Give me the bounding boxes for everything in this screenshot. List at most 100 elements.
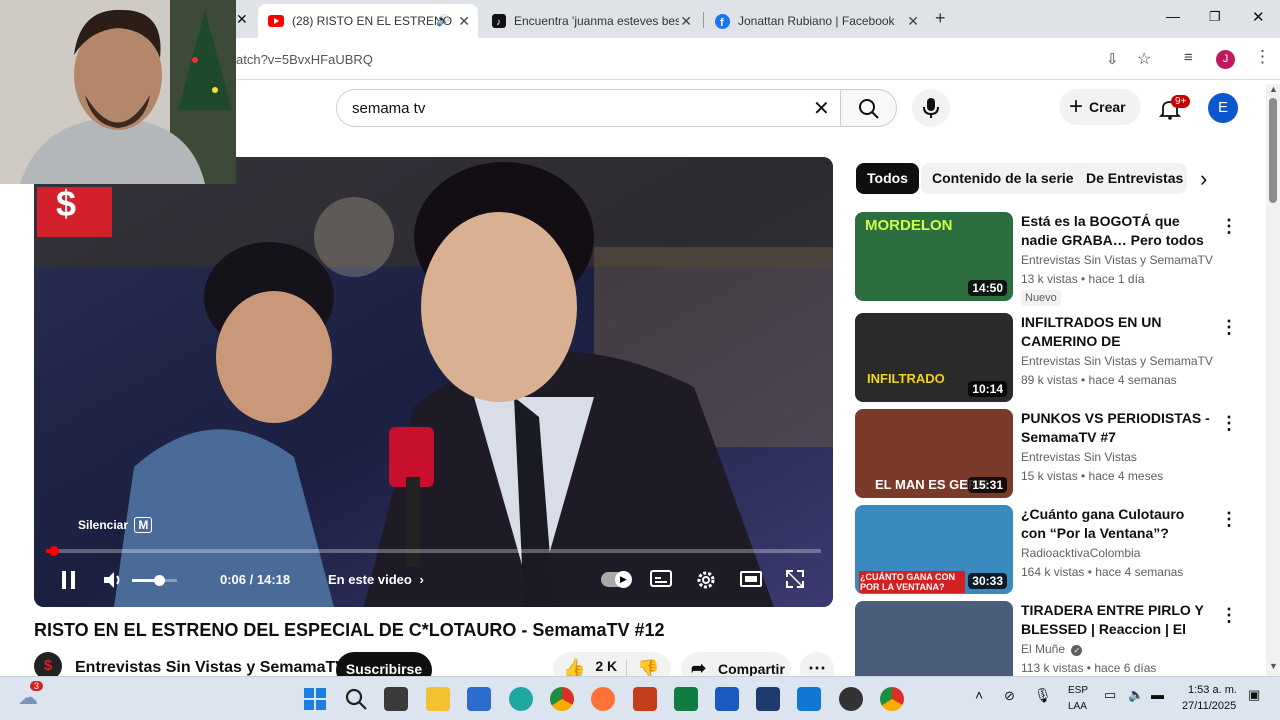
more-options-icon[interactable]: ⋮ (1220, 509, 1238, 530)
voice-search-button[interactable] (912, 89, 950, 127)
list-item[interactable]: TIRADERA ENTRE PIRLO Y BLESSED | Reaccio… (855, 601, 1245, 676)
tray-chevron-up-icon[interactable]: ˄ (975, 687, 983, 703)
clear-search-icon[interactable]: ✕ (813, 96, 830, 121)
bookmark-star-icon[interactable]: ☆ (1137, 49, 1151, 69)
settings-button[interactable] (695, 569, 717, 596)
url-field[interactable]: atch?v=5BvxHFaUBRQ (236, 52, 373, 67)
profile-avatar[interactable]: J (1216, 50, 1235, 69)
store-icon[interactable] (467, 687, 491, 711)
theater-mode-button[interactable] (740, 570, 762, 593)
scroll-down-icon[interactable]: ▼ (1269, 661, 1278, 671)
start-windows-icon[interactable] (303, 687, 327, 711)
file-explorer-icon[interactable] (426, 687, 450, 711)
tab-facebook[interactable]: f Jonattan Rubiano | Facebook ✕ (705, 4, 927, 38)
search-box[interactable]: semama tv ✕ (336, 89, 840, 127)
chip-todos[interactable]: Todos (856, 163, 919, 194)
obs-icon[interactable] (839, 687, 863, 711)
audio-icon[interactable]: 🔊 (436, 14, 450, 27)
browser-menu-icon[interactable]: ⋮ (1254, 47, 1271, 67)
minimize-button[interactable]: — (1166, 8, 1180, 24)
channel-name-main[interactable]: Entrevistas Sin Vistas y SemamaTV (75, 659, 346, 677)
close-icon[interactable]: ✕ (236, 11, 248, 28)
channel-name[interactable]: Entrevistas Sin Vistas (1021, 450, 1137, 464)
microphone-tray-icon[interactable]: 🎙 (1034, 687, 1052, 704)
pause-button[interactable] (56, 565, 82, 595)
close-window-button[interactable]: ✕ (1252, 8, 1265, 26)
word-icon[interactable] (715, 687, 739, 711)
new-tab-button[interactable]: + (935, 8, 946, 29)
chevron-right-icon[interactable]: › (1200, 166, 1207, 192)
install-app-icon[interactable]: ⇩ (1106, 50, 1119, 68)
list-item[interactable]: EL MAN ES GERM 15:31 PUNKOS VS PERIODIST… (855, 409, 1245, 499)
subtitles-button[interactable] (650, 569, 672, 594)
list-item[interactable]: ¿CUÁNTO GANA CON POR LA VENTANA? 30:33 ¿… (855, 505, 1245, 595)
mute-button[interactable] (102, 569, 124, 591)
search-button[interactable] (840, 89, 897, 127)
taskbar-search-icon[interactable] (344, 687, 368, 711)
tab-title: Encuentra 'juanma esteves bes (514, 14, 679, 28)
duration-badge: 15:31 (968, 477, 1007, 493)
region-indicator[interactable]: LAA (1068, 701, 1087, 712)
language-indicator[interactable]: ESP (1068, 685, 1088, 696)
account-avatar[interactable]: E (1208, 93, 1238, 123)
fullscreen-button[interactable] (785, 569, 805, 594)
close-tab-icon[interactable]: ✕ (680, 13, 692, 30)
chip-channel[interactable]: De Entrevistas S (1075, 163, 1187, 194)
page-scrollbar[interactable]: ▲ ▼ (1266, 84, 1280, 676)
network-off-icon[interactable]: ⊘ (1004, 688, 1015, 704)
chrome-icon[interactable] (550, 687, 574, 711)
more-options-icon[interactable]: ⋮ (1220, 605, 1238, 626)
excel-icon[interactable] (674, 687, 698, 711)
edge-icon[interactable] (509, 687, 533, 711)
video-thumbnail[interactable]: ¿CUÁNTO GANA CON POR LA VENTANA? 30:33 (855, 505, 1013, 594)
task-view-icon[interactable] (384, 687, 408, 711)
progress-bar[interactable] (46, 549, 821, 553)
chip-series[interactable]: Contenido de la serie (921, 163, 1085, 194)
channel-name[interactable]: RadioacktivaColombia (1021, 546, 1140, 560)
tab-youtube[interactable]: (28) RISTO EN EL ESTRENO 🔊 ✕ (258, 4, 478, 38)
tab-tiktok[interactable]: ♪ Encuentra 'juanma esteves bes ✕ (482, 4, 700, 38)
autoplay-toggle[interactable]: ▶ (601, 571, 632, 588)
firefox-icon[interactable] (591, 687, 615, 711)
restore-button[interactable]: ❐ (1209, 9, 1221, 25)
weather-widget[interactable]: ☁ 3 (18, 681, 44, 709)
video-title[interactable]: TIRADERA ENTRE PIRLO Y BLESSED | Reaccio… (1021, 601, 1211, 639)
video-title[interactable]: INFILTRADOS EN UN CAMERINO DE COMEDIANTE… (1021, 313, 1211, 351)
video-title[interactable]: ¿Cuánto gana Culotauro con “Por la Venta… (1021, 505, 1211, 543)
close-tab-icon[interactable]: ✕ (907, 13, 919, 30)
video-thumbnail[interactable]: EL MAN ES GERM 15:31 (855, 409, 1013, 498)
clock-time[interactable]: 1:53 a. m. (1188, 684, 1237, 696)
battery-icon[interactable]: ▬ (1151, 687, 1164, 702)
display-icon[interactable]: ▭ (1104, 687, 1116, 703)
chapters-button[interactable]: En este video › (328, 572, 424, 587)
list-item[interactable]: MORDELON 14:50 Está es la BOGOTÁ que nad… (855, 212, 1245, 306)
scroll-up-icon[interactable]: ▲ (1269, 84, 1278, 94)
media-control-icon[interactable]: ≡ (1184, 49, 1193, 66)
b-app-icon[interactable] (756, 687, 780, 711)
list-item[interactable]: INFILTRADO 10:14 INFILTRADOS EN UN CAMER… (855, 313, 1245, 403)
search-input[interactable]: semama tv (352, 100, 425, 117)
powerpoint-icon[interactable] (633, 687, 657, 711)
video-thumbnail[interactable]: MORDELON 14:50 (855, 212, 1013, 301)
more-options-icon[interactable]: ⋮ (1220, 216, 1238, 237)
create-button[interactable]: + Crear (1059, 89, 1141, 125)
clock-date[interactable]: 27/11/2025 (1182, 700, 1236, 712)
video-title[interactable]: Está es la BOGOTÁ que nadie GRABA… Pero … (1021, 212, 1211, 250)
close-tab-icon[interactable]: ✕ (458, 13, 470, 30)
video-thumbnail[interactable]: INFILTRADO 10:14 (855, 313, 1013, 402)
speaker-icon[interactable]: 🔈 (1128, 687, 1144, 703)
youtube-icon (268, 15, 284, 27)
chrome-profile-icon[interactable] (880, 687, 904, 711)
video-player[interactable]: $ Silenciar M 0:06 / 14:18 En este video… (34, 157, 833, 607)
outlook-icon[interactable] (797, 687, 821, 711)
video-title[interactable]: PUNKOS VS PERIODISTAS - SemamaTV #7 (1021, 409, 1211, 447)
video-thumbnail[interactable] (855, 601, 1013, 676)
volume-knob[interactable] (154, 575, 165, 586)
more-options-icon[interactable]: ⋮ (1220, 413, 1238, 434)
channel-name[interactable]: Entrevistas Sin Vistas y SemamaTV (1021, 253, 1213, 267)
notification-center-icon[interactable]: ▣ (1248, 687, 1260, 703)
more-options-icon[interactable]: ⋮ (1220, 317, 1238, 338)
scrollbar-thumb[interactable] (1269, 98, 1277, 203)
channel-name[interactable]: El Muñe ✓ (1021, 642, 1083, 656)
channel-name[interactable]: Entrevistas Sin Vistas y SemamaTV (1021, 354, 1213, 368)
